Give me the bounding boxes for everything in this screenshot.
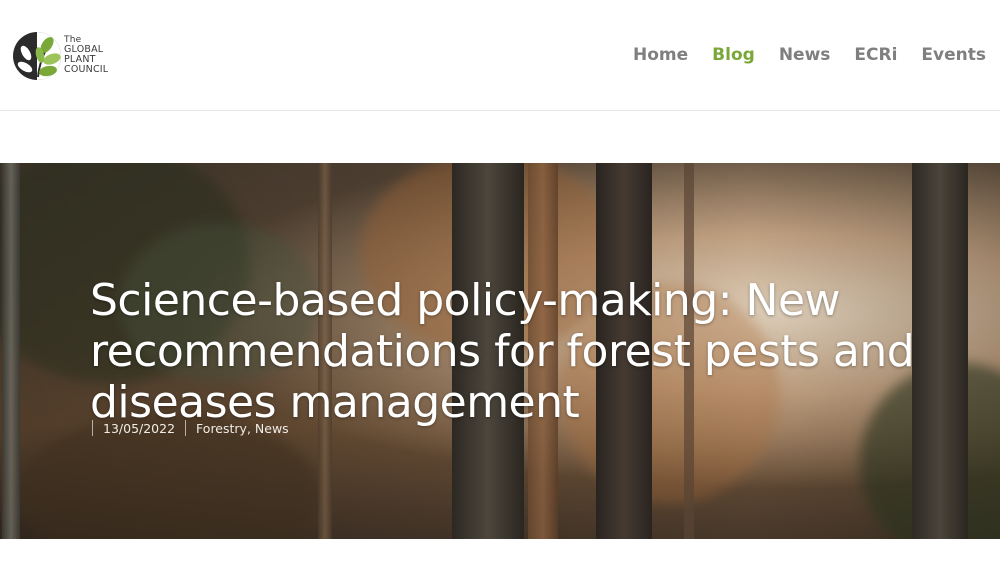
logo-line-council: COUNCIL (64, 64, 109, 75)
main-nav: Home Blog News ECRi Events (609, 44, 986, 66)
meta-divider (92, 420, 93, 436)
logo-wordmark: The GLOBAL PLANT COUNCIL (64, 35, 108, 75)
nav-item-events[interactable]: Events (921, 44, 986, 66)
tree-trunk (2, 163, 20, 539)
meta-divider (185, 420, 187, 436)
nav-item-home[interactable]: Home (633, 44, 688, 66)
post-title: Science-based policy-making: New recomme… (90, 275, 915, 428)
post-hero-banner: Science-based policy-making: New recomme… (0, 163, 1000, 539)
site-header: The GLOBAL PLANT COUNCIL Home Blog News … (0, 0, 1000, 111)
category-separator: , (246, 420, 255, 436)
category-link-news[interactable]: News (255, 421, 289, 436)
site-logo[interactable]: The GLOBAL PLANT COUNCIL (12, 28, 132, 84)
post-meta: 13/05/2022 Forestry , News (92, 420, 289, 436)
nav-item-ecri[interactable]: ECRi (854, 44, 897, 66)
category-link-forestry[interactable]: Forestry (196, 421, 247, 436)
post-date: 13/05/2022 (103, 420, 176, 436)
nav-item-blog[interactable]: Blog (712, 44, 755, 66)
nav-item-news[interactable]: News (779, 44, 831, 66)
plant-leaf-logo-icon (13, 32, 61, 80)
